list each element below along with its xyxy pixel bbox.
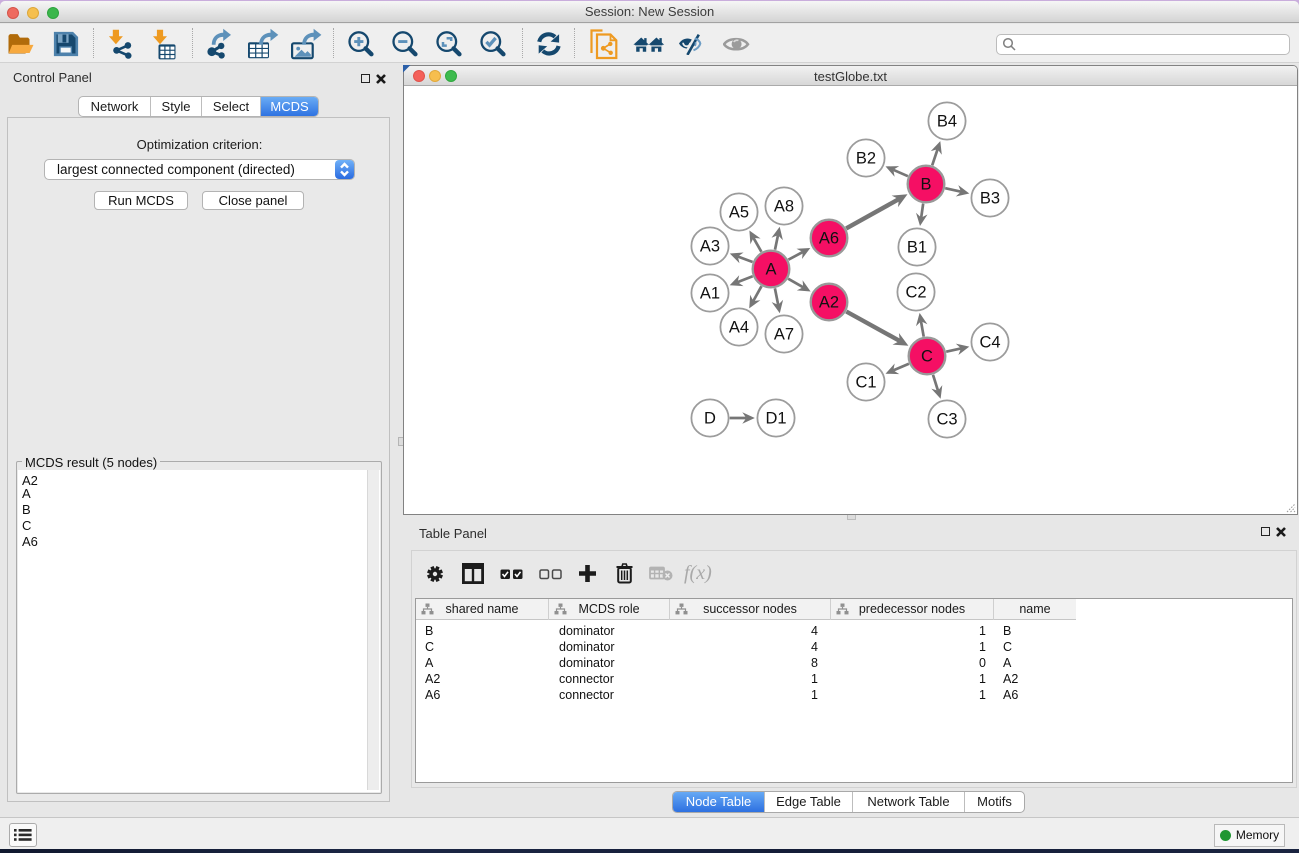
svg-text:C4: C4 (979, 334, 1000, 352)
svg-text:A2: A2 (819, 294, 839, 312)
svg-text:A: A (765, 261, 776, 279)
svg-text:C1: C1 (855, 374, 876, 392)
svg-text:A5: A5 (729, 204, 749, 222)
svg-text:A6: A6 (819, 230, 839, 248)
svg-text:B2: B2 (856, 150, 876, 168)
svg-text:A1: A1 (700, 285, 720, 303)
svg-text:A3: A3 (700, 238, 720, 256)
svg-text:B1: B1 (907, 239, 927, 257)
svg-text:C3: C3 (936, 411, 957, 429)
svg-text:D: D (704, 410, 716, 428)
svg-text:B: B (920, 176, 931, 194)
svg-text:D1: D1 (765, 410, 786, 428)
svg-text:A7: A7 (774, 326, 794, 344)
svg-text:B3: B3 (980, 190, 1000, 208)
svg-text:C2: C2 (905, 284, 926, 302)
svg-text:C: C (921, 348, 933, 366)
svg-text:A4: A4 (729, 319, 749, 337)
svg-text:A8: A8 (774, 198, 794, 216)
svg-text:B4: B4 (937, 113, 957, 131)
